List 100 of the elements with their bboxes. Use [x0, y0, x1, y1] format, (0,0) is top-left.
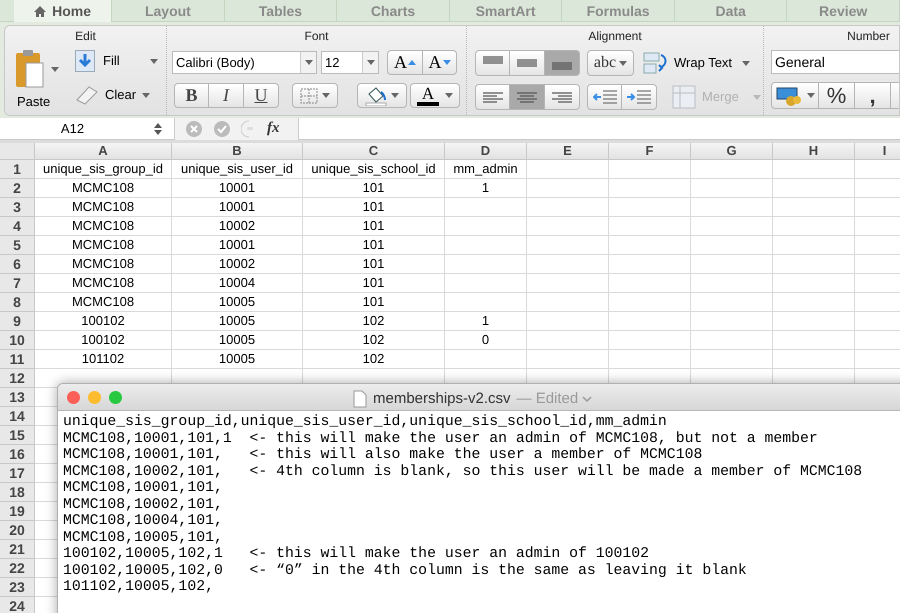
number-format-field[interactable]: General	[771, 50, 899, 74]
row-header[interactable]: 9	[0, 312, 35, 331]
font-name-dropdown[interactable]: Calibri (Body)	[172, 51, 317, 74]
text-line: 100102,10005,102,0 <- “0” in the 4th column is the same as leaving it blank	[63, 562, 747, 579]
percent-button[interactable]: %	[819, 82, 855, 109]
column-header[interactable]: H	[773, 143, 855, 160]
shrink-font-button[interactable]: A	[422, 50, 457, 75]
column-header[interactable]: E	[527, 143, 609, 160]
row-header[interactable]: 20	[0, 521, 35, 540]
row-header[interactable]: 11	[0, 350, 35, 369]
ribbon-tab[interactable]: Home	[14, 0, 112, 22]
outdent-icon	[592, 89, 616, 105]
row-header[interactable]: 14	[0, 407, 35, 426]
row-header[interactable]: 19	[0, 502, 35, 521]
column-header[interactable]: B	[172, 143, 303, 160]
table-cell: unique_sis_user_id	[172, 160, 303, 179]
column-header[interactable]: D	[445, 143, 527, 160]
fill-button[interactable]: Fill	[75, 50, 158, 72]
caret-icon	[619, 60, 628, 66]
money-coins-icon	[776, 86, 802, 106]
eraser-icon	[75, 85, 99, 105]
table-cell: 100102	[35, 331, 172, 350]
paste-button[interactable]: Paste	[9, 49, 69, 115]
table-cell: 10005	[172, 331, 303, 350]
down-triangle-icon	[442, 60, 450, 65]
text-line: MCMC108,10001,101, <- this will also make the user a member of MCMC108	[63, 447, 702, 464]
underline-button[interactable]: U	[244, 83, 279, 108]
row-header[interactable]: 7	[0, 274, 35, 293]
wrap-text-button[interactable]: Wrap Text	[643, 51, 750, 75]
insert-function-button[interactable]: fx	[267, 118, 280, 140]
row-header[interactable]: 2	[0, 179, 35, 198]
close-button[interactable]	[67, 390, 80, 404]
align-lines-icon	[517, 59, 537, 67]
increase-indent-button[interactable]	[622, 84, 657, 110]
row-header[interactable]: 23	[0, 578, 35, 597]
align-lines-icon	[517, 92, 537, 102]
row-header[interactable]: 22	[0, 559, 35, 578]
align-lines-icon	[552, 92, 572, 102]
column-header[interactable]: F	[609, 143, 691, 160]
row-header[interactable]: 16	[0, 445, 35, 464]
column-header[interactable]: G	[691, 143, 773, 160]
row-header[interactable]: 6	[0, 255, 35, 274]
group-title: Number	[846, 28, 891, 45]
row-header[interactable]: 12	[0, 369, 35, 388]
orientation-button[interactable]: abc	[587, 50, 634, 76]
border-grid-icon	[300, 88, 318, 104]
font-size-dropdown[interactable]: 12	[321, 51, 379, 74]
clear-button[interactable]: Clear	[75, 84, 158, 106]
row-header[interactable]: 8	[0, 293, 35, 312]
table-cell: MCMC108	[35, 179, 172, 198]
name-box[interactable]: A12	[0, 118, 145, 140]
row-header[interactable]: 15	[0, 426, 35, 445]
bold-button[interactable]: B	[174, 83, 209, 108]
row-header[interactable]: 13	[0, 388, 35, 407]
vertical-align-button[interactable]	[545, 50, 580, 76]
row-header[interactable]: 3	[0, 198, 35, 217]
vertical-align-button[interactable]	[510, 50, 545, 76]
group-title: Alignment	[587, 28, 643, 45]
row-header[interactable]: 17	[0, 464, 35, 483]
grow-font-button[interactable]: A	[387, 50, 422, 75]
column-header[interactable]: A	[35, 143, 172, 160]
column-header[interactable]: I	[855, 143, 900, 160]
row-header[interactable]: 21	[0, 540, 35, 559]
checkmark-icon	[213, 120, 231, 138]
row-header[interactable]: 4	[0, 217, 35, 236]
indent-icon	[627, 89, 651, 105]
italic-button[interactable]: I	[209, 83, 244, 108]
window-title: memberships-v2.csv	[373, 389, 511, 409]
font-color-button[interactable]: A	[410, 83, 460, 108]
horizontal-align-button[interactable]	[510, 84, 545, 110]
table-cell: 1	[445, 179, 527, 198]
table-cell: 10002	[172, 255, 303, 274]
fill-color-button[interactable]	[357, 83, 407, 108]
table-cell: 10001	[172, 236, 303, 255]
decrease-indent-button[interactable]	[587, 84, 622, 110]
row-header[interactable]: 18	[0, 483, 35, 502]
comma-style-button[interactable]: ,	[855, 82, 891, 109]
align-lines-icon	[482, 56, 502, 64]
chevron-icon	[582, 396, 592, 402]
row-header[interactable]: 24	[0, 597, 35, 613]
currency-button[interactable]	[771, 82, 819, 109]
caret-icon	[150, 58, 158, 64]
table-cell: 101	[303, 198, 445, 217]
table-cell: 10005	[172, 293, 303, 312]
row-header[interactable]: 10	[0, 331, 35, 350]
caret-icon	[806, 93, 814, 98]
borders-button[interactable]	[292, 83, 338, 108]
row-header[interactable]: 1	[0, 160, 35, 179]
clipboard-icon	[15, 49, 45, 89]
vertical-align-button[interactable]	[475, 50, 510, 76]
table-cell: mm_admin	[445, 160, 527, 179]
horizontal-align-button[interactable]	[545, 84, 580, 110]
table-cell: 101	[303, 274, 445, 293]
table-cell: 10004	[172, 274, 303, 293]
column-header[interactable]: C	[303, 143, 445, 160]
horizontal-align-button[interactable]	[475, 84, 510, 110]
table-cell: 0	[445, 331, 527, 350]
table-cell: MCMC108	[35, 274, 172, 293]
row-header[interactable]: 5	[0, 236, 35, 255]
table-cell: 101	[303, 236, 445, 255]
